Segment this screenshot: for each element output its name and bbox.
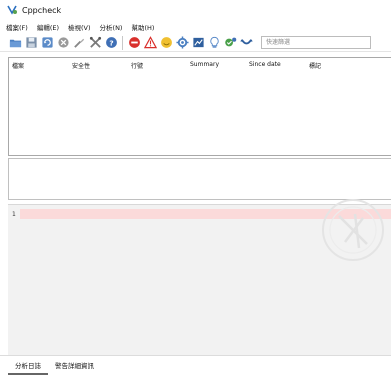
cppcheck-logo-icon: [6, 4, 18, 16]
show-warnings-icon[interactable]: [143, 36, 157, 50]
show-style-icon[interactable]: [159, 36, 173, 50]
column-file[interactable]: 檔案: [12, 61, 24, 70]
line-number: 1: [12, 210, 16, 218]
svg-text:?: ?: [109, 38, 113, 47]
show-performance-icon[interactable]: [191, 36, 205, 50]
menu-analyze[interactable]: 分析(N): [100, 22, 123, 32]
open-folder-icon[interactable]: [8, 36, 22, 50]
menu-file[interactable]: 檔案(F): [6, 22, 28, 32]
app-title: Cppcheck: [22, 5, 62, 15]
show-portability-icon[interactable]: [175, 36, 189, 50]
stop-icon[interactable]: [56, 36, 70, 50]
column-summary[interactable]: Summary: [190, 61, 219, 68]
column-severity[interactable]: 安全性: [72, 61, 90, 70]
watermark-logo: [315, 192, 391, 268]
title-bar: Cppcheck: [0, 0, 391, 20]
menu-help[interactable]: 幫助(H): [131, 22, 154, 32]
tab-warning-details[interactable]: 警告詳細資訊: [48, 356, 101, 373]
toolbar: ?: [0, 34, 391, 52]
column-tags[interactable]: 標記: [309, 61, 321, 70]
menu-bar: 檔案(F) 編輯(E) 檢視(V) 分析(N) 幫助(H): [0, 20, 391, 34]
quick-filter-input[interactable]: [261, 36, 371, 49]
show-information-icon[interactable]: [207, 36, 221, 50]
menu-view[interactable]: 檢視(V): [68, 22, 91, 32]
tab-analysis-log[interactable]: 分析日誌: [8, 356, 48, 375]
menu-edit[interactable]: 編輯(E): [37, 22, 59, 32]
save-icon[interactable]: [24, 36, 38, 50]
results-tree[interactable]: 檔案 安全性 行號 Summary Since date 標記: [8, 57, 391, 156]
help-icon[interactable]: ?: [104, 36, 118, 50]
column-since-date[interactable]: Since date: [249, 61, 281, 68]
column-line[interactable]: 行號: [131, 61, 143, 70]
results-header: 檔案 安全性 行號 Summary Since date 標記: [9, 58, 391, 70]
settings-tools-icon[interactable]: [88, 36, 102, 50]
recheck-icon[interactable]: [40, 36, 54, 50]
tab-bar: 分析日誌 警告詳細資訊: [0, 355, 391, 380]
show-errors-icon[interactable]: [127, 36, 141, 50]
check-all-icon[interactable]: [223, 36, 237, 50]
clear-icon[interactable]: [72, 36, 86, 50]
collapse-all-icon[interactable]: [239, 36, 253, 50]
toolbar-separator: [122, 35, 123, 50]
